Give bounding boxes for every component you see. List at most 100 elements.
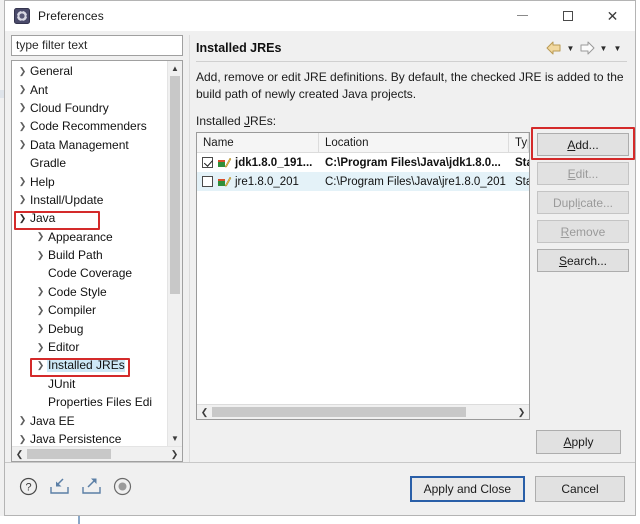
add-button-label: Add... bbox=[567, 137, 599, 152]
sidebar-item-label: Help bbox=[30, 174, 55, 189]
sidebar-item-label: Build Path bbox=[48, 248, 103, 263]
table-row[interactable]: jdk1.8.0_191... C:\Program Files\Java\jd… bbox=[197, 153, 529, 172]
edit-button-label: Edit... bbox=[567, 166, 599, 181]
edit-button[interactable]: Edit... bbox=[537, 162, 629, 185]
sidebar-item-label: JUnit bbox=[48, 376, 76, 391]
filter-input[interactable]: type filter text bbox=[11, 35, 183, 56]
sidebar-item-general[interactable]: ❯ General bbox=[12, 62, 167, 80]
chevron-right-icon[interactable]: ❯ bbox=[514, 405, 529, 419]
sidebar-item-cloud-foundry[interactable]: ❯ Cloud Foundry bbox=[12, 99, 167, 117]
row-checkbox[interactable] bbox=[202, 176, 213, 187]
sidebar-item-data-management[interactable]: ❯ Data Management bbox=[12, 136, 167, 154]
scroll-thumb[interactable] bbox=[170, 76, 180, 294]
sidebar-item-label: Gradle bbox=[30, 156, 67, 171]
sidebar-item-help[interactable]: ❯ Help bbox=[12, 172, 167, 190]
record-icon[interactable] bbox=[113, 477, 132, 501]
help-icon[interactable]: ? bbox=[19, 477, 38, 501]
sidebar-item-label: Data Management bbox=[30, 137, 129, 152]
chevron-right-icon: ❯ bbox=[36, 304, 45, 315]
caret-down-icon[interactable]: ▼ bbox=[598, 43, 609, 54]
sidebar-item-properties-files-editor[interactable]: Properties Files Edi bbox=[12, 393, 167, 411]
arrow-back-icon[interactable] bbox=[546, 41, 562, 55]
scroll-track[interactable] bbox=[168, 76, 182, 431]
footer-buttons: Apply and Close Cancel bbox=[409, 476, 625, 502]
apply-and-close-button[interactable]: Apply and Close bbox=[409, 476, 525, 502]
dialog-body: type filter text ❯ General ❯ Ant ❯ Cloud… bbox=[5, 31, 635, 462]
preferences-tree: ❯ General ❯ Ant ❯ Cloud Foundry ❯ Code R… bbox=[11, 60, 183, 462]
sidebar-item-installed-jres[interactable]: ❯ Installed JREs bbox=[12, 356, 167, 374]
duplicate-button[interactable]: Duplicate... bbox=[537, 191, 629, 214]
chevron-right-icon: ❯ bbox=[18, 65, 27, 76]
scroll-track[interactable] bbox=[212, 405, 514, 419]
maximize-icon bbox=[562, 10, 573, 21]
sidebar-item-label: Properties Files Edi bbox=[48, 395, 153, 410]
sidebar-item-gradle[interactable]: Gradle bbox=[12, 154, 167, 172]
header-divider bbox=[196, 61, 627, 62]
export-icon[interactable] bbox=[81, 477, 102, 501]
chevron-left-icon[interactable]: ❮ bbox=[12, 447, 27, 461]
chevron-right-icon: ❯ bbox=[18, 433, 27, 444]
caret-down-icon[interactable]: ▼ bbox=[565, 43, 576, 54]
chevron-left-icon[interactable]: ❮ bbox=[197, 405, 212, 419]
apply-button[interactable]: Apply bbox=[536, 430, 621, 454]
dialog-footer: ? Apply and Close Cancel bbox=[5, 463, 635, 515]
table-header: Name Location Typ bbox=[197, 133, 529, 153]
sidebar-item-junit[interactable]: JUnit bbox=[12, 375, 167, 393]
caret-down-icon[interactable]: ▼ bbox=[612, 43, 623, 54]
search-button[interactable]: Search... bbox=[537, 249, 629, 272]
tree-vertical-scrollbar[interactable]: ▲ ▼ bbox=[167, 61, 182, 446]
sidebar-item-label: Code Style bbox=[48, 284, 107, 299]
footer-icon-group: ? bbox=[19, 477, 132, 501]
chevron-right-icon: ❯ bbox=[18, 194, 27, 205]
sidebar-item-code-style[interactable]: ❯ Code Style bbox=[12, 283, 167, 301]
chevron-right-icon[interactable]: ❯ bbox=[167, 447, 182, 461]
search-button-label: Search... bbox=[558, 253, 608, 268]
sidebar-item-appearance[interactable]: ❯ Appearance bbox=[12, 228, 167, 246]
cell-location: C:\Program Files\Java\jdk1.8.0... bbox=[325, 156, 501, 169]
scroll-track[interactable] bbox=[27, 447, 167, 461]
table-row[interactable]: jre1.8.0_201 C:\Program Files\Java\jre1.… bbox=[197, 172, 529, 191]
sidebar-item-debug[interactable]: ❯ Debug bbox=[12, 319, 167, 337]
cancel-button[interactable]: Cancel bbox=[535, 476, 625, 502]
cell-location: C:\Program Files\Java\jre1.8.0_201 bbox=[325, 175, 506, 188]
close-icon: ✕ bbox=[606, 7, 619, 24]
scroll-thumb[interactable] bbox=[212, 407, 466, 417]
sidebar-item-install-update[interactable]: ❯ Install/Update bbox=[12, 191, 167, 209]
tree-horizontal-scrollbar[interactable]: ❮ ❯ bbox=[12, 446, 182, 461]
column-header-location[interactable]: Location bbox=[319, 133, 509, 152]
minimize-button[interactable] bbox=[500, 1, 545, 30]
add-button[interactable]: Add... bbox=[537, 133, 629, 156]
maximize-button[interactable] bbox=[545, 1, 590, 30]
close-button[interactable]: ✕ bbox=[590, 1, 635, 30]
arrow-forward-icon[interactable] bbox=[579, 41, 595, 55]
row-checkbox[interactable] bbox=[202, 157, 213, 168]
chevron-down-icon[interactable]: ▼ bbox=[168, 431, 182, 446]
chevron-right-icon: ❯ bbox=[18, 176, 27, 187]
jre-icon bbox=[218, 157, 232, 168]
chevron-right-icon: ❯ bbox=[36, 359, 45, 370]
sidebar-item-java-persistence[interactable]: ❯ Java Persistence bbox=[12, 430, 167, 446]
cell-name: jdk1.8.0_191... bbox=[197, 156, 319, 169]
sidebar-item-java[interactable]: ❯ Java bbox=[12, 209, 167, 227]
sidebar-item-compiler[interactable]: ❯ Compiler bbox=[12, 301, 167, 319]
sidebar-item-editor[interactable]: ❯ Editor bbox=[12, 338, 167, 356]
taskbar-indicator bbox=[78, 516, 80, 524]
sidebar-item-code-coverage[interactable]: Code Coverage bbox=[12, 264, 167, 282]
window-title: Preferences bbox=[38, 9, 104, 23]
remove-button[interactable]: Remove bbox=[537, 220, 629, 243]
column-header-name[interactable]: Name bbox=[197, 133, 319, 152]
sidebar-item-java-ee[interactable]: ❯ Java EE bbox=[12, 411, 167, 429]
chevron-right-icon: ❯ bbox=[36, 341, 45, 352]
import-icon[interactable] bbox=[49, 477, 70, 501]
column-header-type[interactable]: Typ bbox=[509, 133, 529, 152]
chevron-up-icon[interactable]: ▲ bbox=[168, 61, 182, 76]
sidebar-item-build-path[interactable]: ❯ Build Path bbox=[12, 246, 167, 264]
installed-jres-table[interactable]: Name Location Typ bbox=[196, 132, 530, 420]
tree-inner: ❯ General ❯ Ant ❯ Cloud Foundry ❯ Code R… bbox=[12, 61, 182, 446]
sidebar-item-code-recommenders[interactable]: ❯ Code Recommenders bbox=[12, 117, 167, 135]
chevron-right-icon: ❯ bbox=[36, 231, 45, 242]
scroll-thumb[interactable] bbox=[27, 449, 111, 459]
table-horizontal-scrollbar[interactable]: ❮ ❯ bbox=[197, 404, 529, 419]
sidebar-item-ant[interactable]: ❯ Ant bbox=[12, 80, 167, 98]
chevron-right-icon: ❯ bbox=[36, 249, 45, 260]
